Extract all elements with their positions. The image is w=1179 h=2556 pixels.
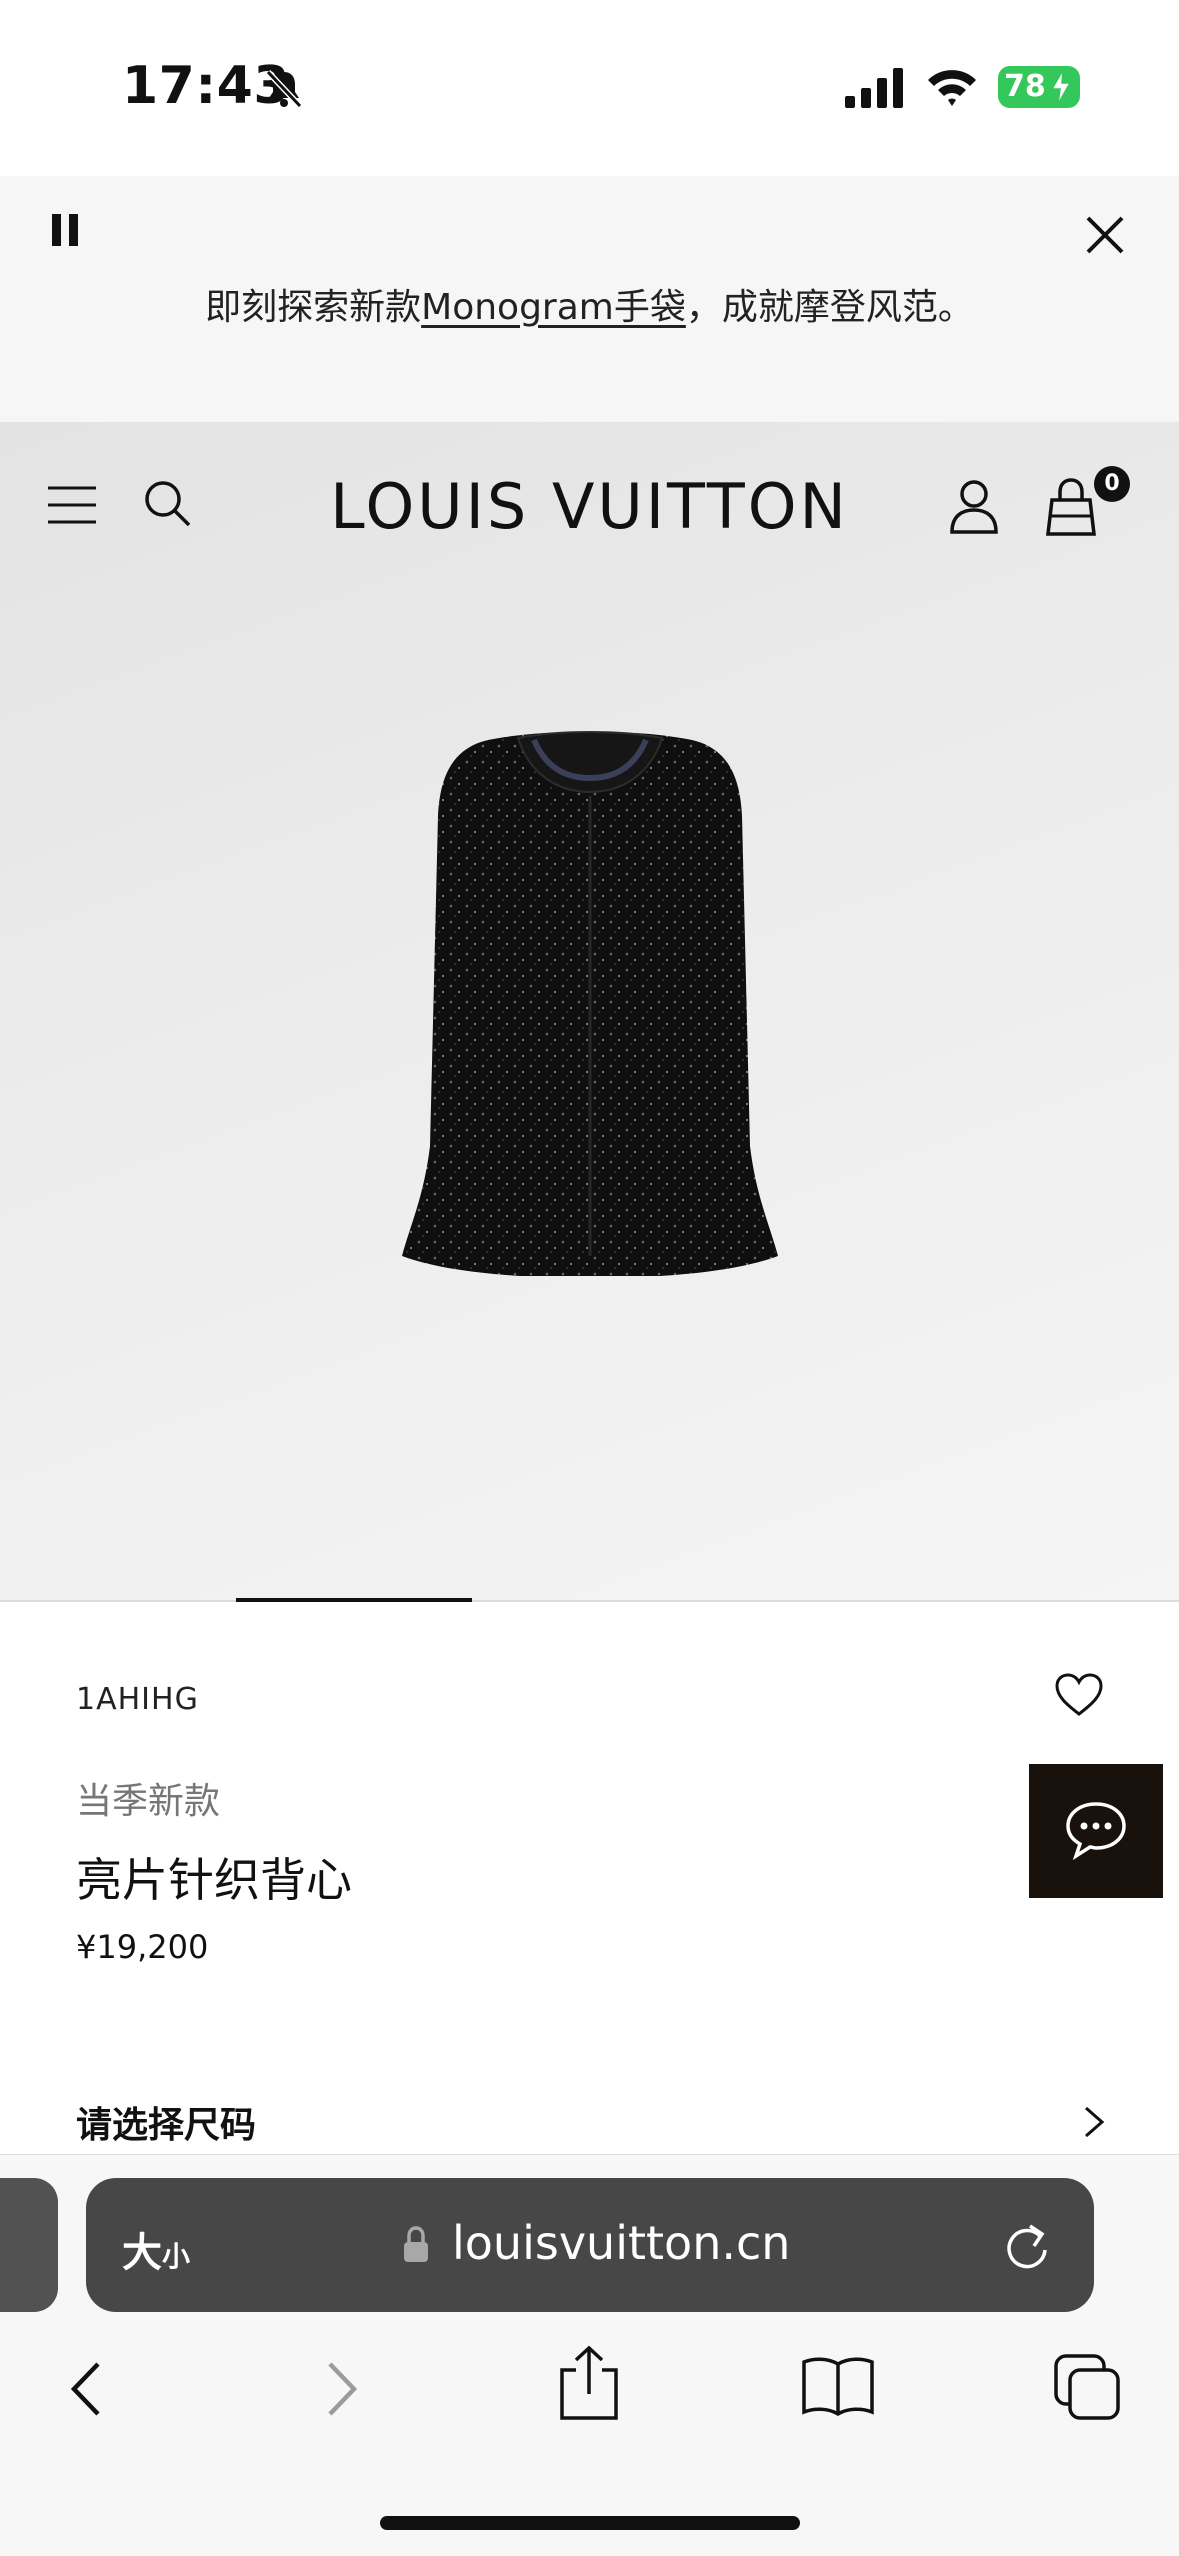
bag-count-badge: 0 (1094, 466, 1130, 502)
back-icon[interactable] (66, 2358, 106, 2420)
pause-icon[interactable] (48, 210, 82, 250)
close-icon[interactable] (1084, 214, 1126, 256)
tabs-icon[interactable] (1052, 2352, 1122, 2422)
size-selector-label[interactable]: 请选择尺码 (76, 2096, 256, 2148)
wifi-icon (928, 70, 976, 106)
text-size-big: 大 (122, 2230, 162, 2276)
promo-text[interactable]: 即刻探索新款Monogram手袋，成就摩登风范。 (0, 278, 1179, 330)
promo-text-after: ，成就摩登风范。 (685, 287, 974, 328)
chat-icon (1066, 1802, 1126, 1860)
product-name: 亮片针织背心 (76, 1853, 352, 1907)
previous-tab-preview[interactable] (0, 2178, 58, 2312)
reload-icon[interactable] (1002, 2220, 1052, 2272)
bag-icon[interactable] (1044, 478, 1098, 536)
lock-icon (404, 2226, 428, 2262)
signal-icon (845, 68, 903, 108)
bolt-icon (1050, 70, 1072, 104)
text-size-button[interactable]: 大小 (122, 2220, 190, 2278)
brand-logo[interactable]: LOUIS VUITTON (0, 470, 1179, 543)
bell-slash-icon (265, 69, 303, 109)
bookmarks-icon[interactable] (800, 2354, 876, 2418)
product-sku: 1AHIHG (76, 1682, 199, 1717)
chevron-right-icon[interactable] (1082, 2104, 1106, 2140)
promo-text-before: 即刻探索新款 (205, 287, 422, 328)
url-text[interactable]: louisvuitton.cn (452, 2216, 790, 2270)
account-icon[interactable] (948, 478, 1000, 534)
text-size-small: 小 (162, 2240, 191, 2273)
carousel-indicator[interactable] (236, 1598, 472, 1602)
heart-icon[interactable] (1054, 1672, 1104, 1718)
new-season-badge: 当季新款 (76, 1781, 221, 1822)
home-indicator (380, 2516, 800, 2530)
carousel-track (0, 1600, 1179, 1602)
share-icon[interactable] (556, 2344, 622, 2422)
battery-level: 78 (1004, 69, 1046, 104)
forward-icon[interactable] (322, 2358, 362, 2420)
promo-link[interactable]: Monogram手袋 (421, 287, 686, 328)
product-image[interactable] (400, 726, 780, 1276)
product-price: ¥19,200 (76, 1928, 209, 1966)
